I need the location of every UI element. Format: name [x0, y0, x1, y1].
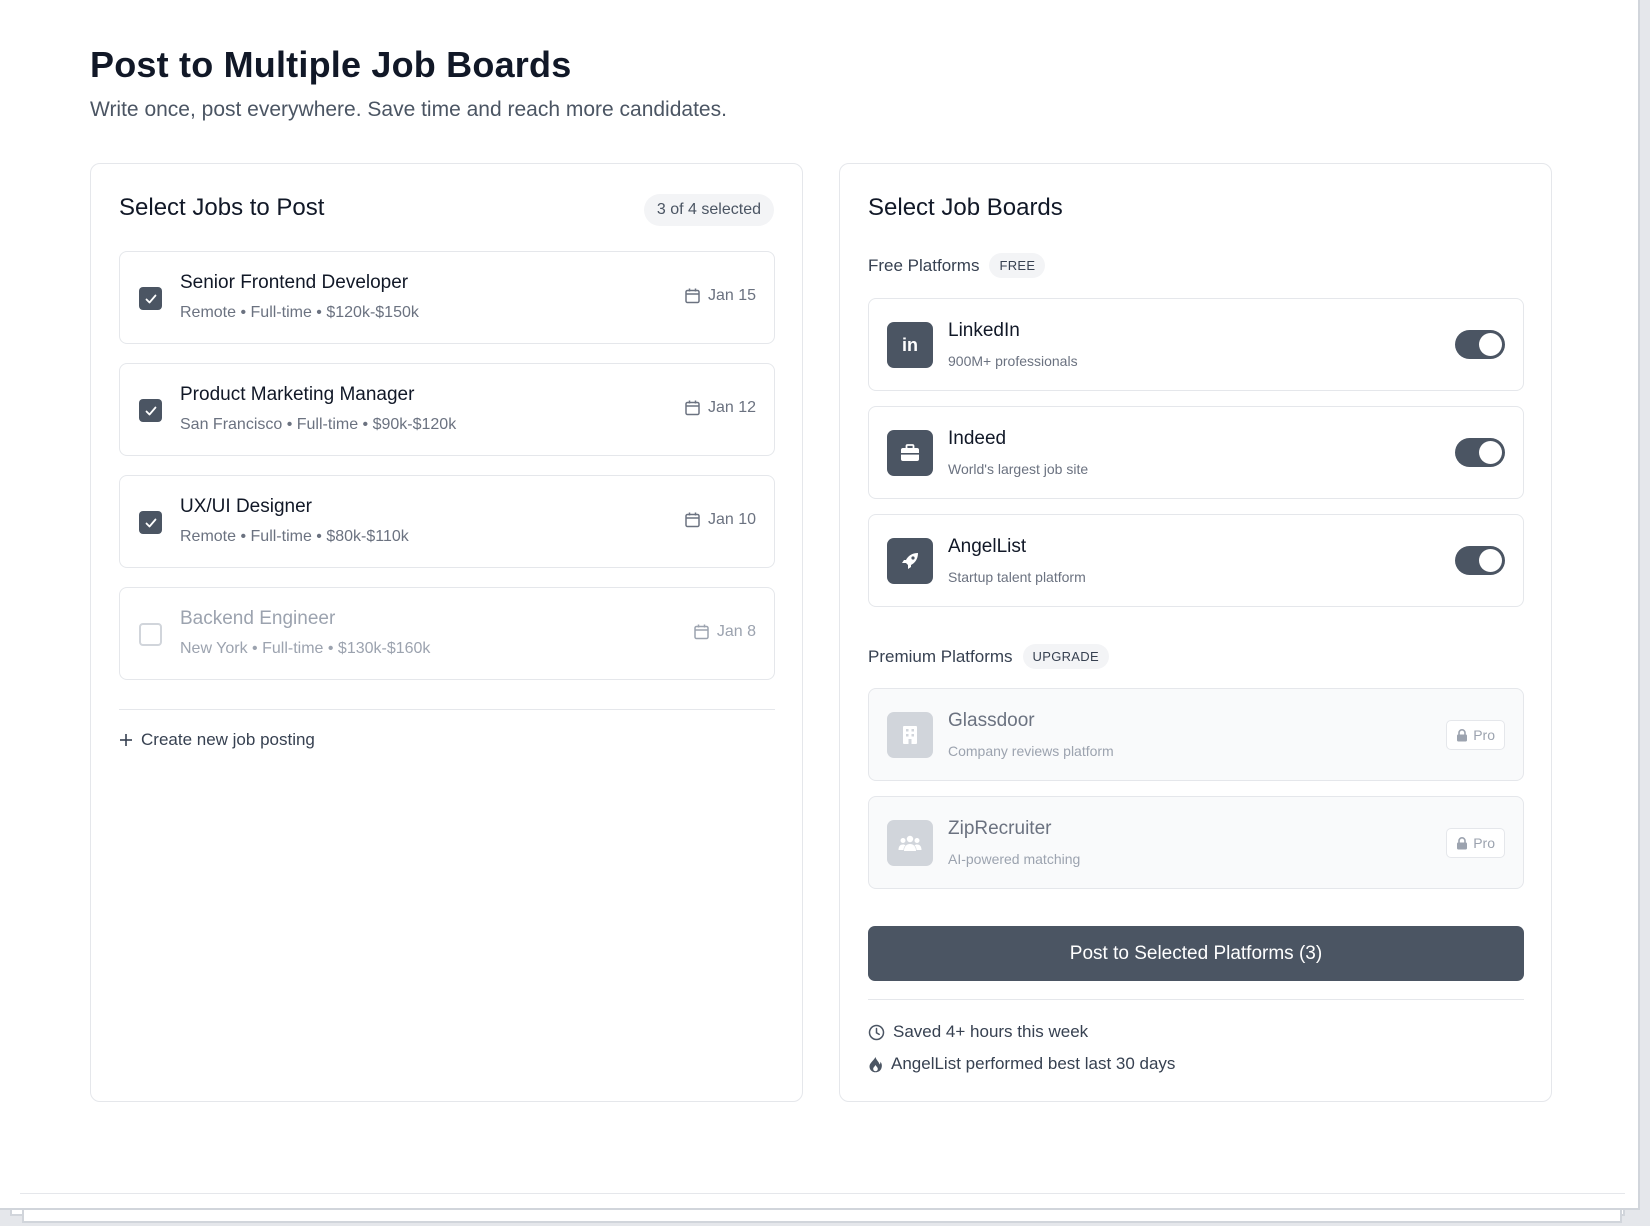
board-row-indeed[interactable]: Indeed World's largest job site — [868, 406, 1524, 499]
jobs-panel: Select Jobs to Post 3 of 4 selected Seni… — [90, 163, 803, 1102]
job-row[interactable]: Senior Frontend Developer Remote • Full-… — [119, 251, 775, 344]
free-badge: FREE — [989, 253, 1046, 278]
calendar-icon — [685, 400, 700, 416]
job-date: Jan 12 — [685, 399, 756, 417]
premium-board-list: Glassdoor Company reviews platform Pro Z… — [868, 688, 1524, 904]
board-desc: 900M+ professionals — [948, 353, 1078, 369]
board-desc: World's largest job site — [948, 461, 1089, 477]
boards-panel: Select Job Boards Free Platforms FREE in… — [839, 163, 1552, 1102]
free-platforms-label: Free Platforms — [868, 255, 980, 275]
board-desc: Company reviews platform — [948, 743, 1114, 759]
fire-icon — [869, 1056, 882, 1072]
board-row-angellist[interactable]: AngelList Startup talent platform — [868, 514, 1524, 607]
job-title: Senior Frontend Developer — [180, 272, 409, 293]
app-window: Post to Multiple Job Boards Write once, … — [0, 0, 1640, 1210]
calendar-icon — [685, 288, 700, 304]
check-icon — [145, 406, 156, 415]
lock-icon — [1457, 728, 1468, 741]
job-title: UX/UI Designer — [180, 496, 312, 517]
premium-platforms-label: Premium Platforms — [868, 646, 1013, 666]
premium-platforms-heading: Premium Platforms UPGRADE — [868, 644, 1109, 669]
briefcase-icon — [887, 430, 933, 476]
job-title: Product Marketing Manager — [180, 384, 415, 405]
job-date: Jan 8 — [694, 623, 756, 641]
toggle-knob — [1479, 333, 1502, 356]
users-icon — [887, 820, 933, 866]
stat-time-saved: Saved 4+ hours this week — [868, 1022, 1088, 1042]
free-board-list: in LinkedIn 900M+ professionals Indeed W… — [868, 298, 1524, 622]
job-meta: San Francisco • Full-time • $90k-$120k — [180, 416, 457, 433]
page-subtitle: Write once, post everywhere. Save time a… — [90, 98, 727, 121]
job-date-text: Jan 8 — [716, 623, 756, 640]
board-row-glassdoor: Glassdoor Company reviews platform Pro — [868, 688, 1524, 781]
board-name: Glassdoor — [948, 710, 1035, 731]
stat-text: Saved 4+ hours this week — [893, 1022, 1089, 1041]
calendar-icon — [694, 624, 709, 640]
job-date-text: Jan 15 — [707, 287, 756, 304]
board-name: AngelList — [948, 536, 1027, 557]
job-date: Jan 15 — [685, 287, 756, 305]
angellist-toggle[interactable] — [1455, 546, 1505, 575]
job-checkbox[interactable] — [139, 623, 162, 646]
job-meta: Remote • Full-time • $80k-$110k — [180, 528, 409, 545]
toggle-knob — [1479, 549, 1502, 572]
board-name: LinkedIn — [948, 320, 1020, 341]
stat-best-platform: AngelList performed best last 30 days — [868, 1054, 1175, 1074]
job-checkbox[interactable] — [139, 399, 162, 422]
job-date: Jan 10 — [685, 511, 756, 529]
job-row[interactable]: Product Marketing Manager San Francisco … — [119, 363, 775, 456]
boards-panel-title: Select Job Boards — [868, 194, 1063, 221]
job-checkbox[interactable] — [139, 287, 162, 310]
plus-icon — [120, 734, 132, 746]
job-meta: New York • Full-time • $130k-$160k — [180, 640, 431, 657]
board-row-linkedin[interactable]: in LinkedIn 900M+ professionals — [868, 298, 1524, 391]
post-to-platforms-button[interactable]: Post to Selected Platforms (3) — [868, 926, 1524, 981]
board-desc: AI-powered matching — [948, 851, 1081, 867]
check-icon — [145, 518, 156, 527]
upgrade-badge[interactable]: UPGRADE — [1022, 644, 1109, 669]
selected-count-badge: 3 of 4 selected — [643, 194, 774, 226]
job-date-text: Jan 12 — [707, 399, 756, 416]
stat-text: AngelList performed best last 30 days — [891, 1054, 1176, 1073]
page-title: Post to Multiple Job Boards — [90, 44, 572, 85]
toggle-knob — [1479, 441, 1502, 464]
job-checkbox[interactable] — [139, 511, 162, 534]
job-list: Senior Frontend Developer Remote • Full-… — [119, 251, 775, 699]
rocket-icon — [887, 538, 933, 584]
pro-tag[interactable]: Pro — [1446, 828, 1505, 858]
jobs-panel-title: Select Jobs to Post — [119, 194, 325, 221]
job-meta: Remote • Full-time • $120k-$150k — [180, 304, 419, 321]
indeed-toggle[interactable] — [1455, 438, 1505, 467]
linkedin-toggle[interactable] — [1455, 330, 1505, 359]
pro-tag-label: Pro — [1473, 727, 1495, 743]
pro-tag[interactable]: Pro — [1446, 720, 1505, 750]
divider — [868, 999, 1524, 1000]
job-title: Backend Engineer — [180, 608, 336, 629]
building-icon — [887, 712, 933, 758]
clock-icon — [868, 1024, 885, 1040]
board-name: Indeed — [948, 428, 1007, 449]
board-row-ziprecruiter: ZipRecruiter AI-powered matching Pro — [868, 796, 1524, 889]
calendar-icon — [685, 512, 700, 528]
job-row[interactable]: Backend Engineer New York • Full-time • … — [119, 587, 775, 680]
linkedin-icon: in — [887, 322, 933, 368]
check-icon — [145, 294, 156, 303]
pro-tag-label: Pro — [1473, 835, 1495, 851]
job-date-text: Jan 10 — [707, 511, 756, 528]
board-name: ZipRecruiter — [948, 818, 1052, 839]
board-desc: Startup talent platform — [948, 569, 1086, 585]
lock-icon — [1457, 836, 1468, 849]
divider — [20, 1193, 1625, 1194]
create-job-link[interactable]: Create new job posting — [119, 730, 315, 750]
create-job-label: Create new job posting — [141, 730, 315, 749]
free-platforms-heading: Free Platforms FREE — [868, 253, 1046, 278]
job-row[interactable]: UX/UI Designer Remote • Full-time • $80k… — [119, 475, 775, 568]
divider — [119, 709, 775, 710]
